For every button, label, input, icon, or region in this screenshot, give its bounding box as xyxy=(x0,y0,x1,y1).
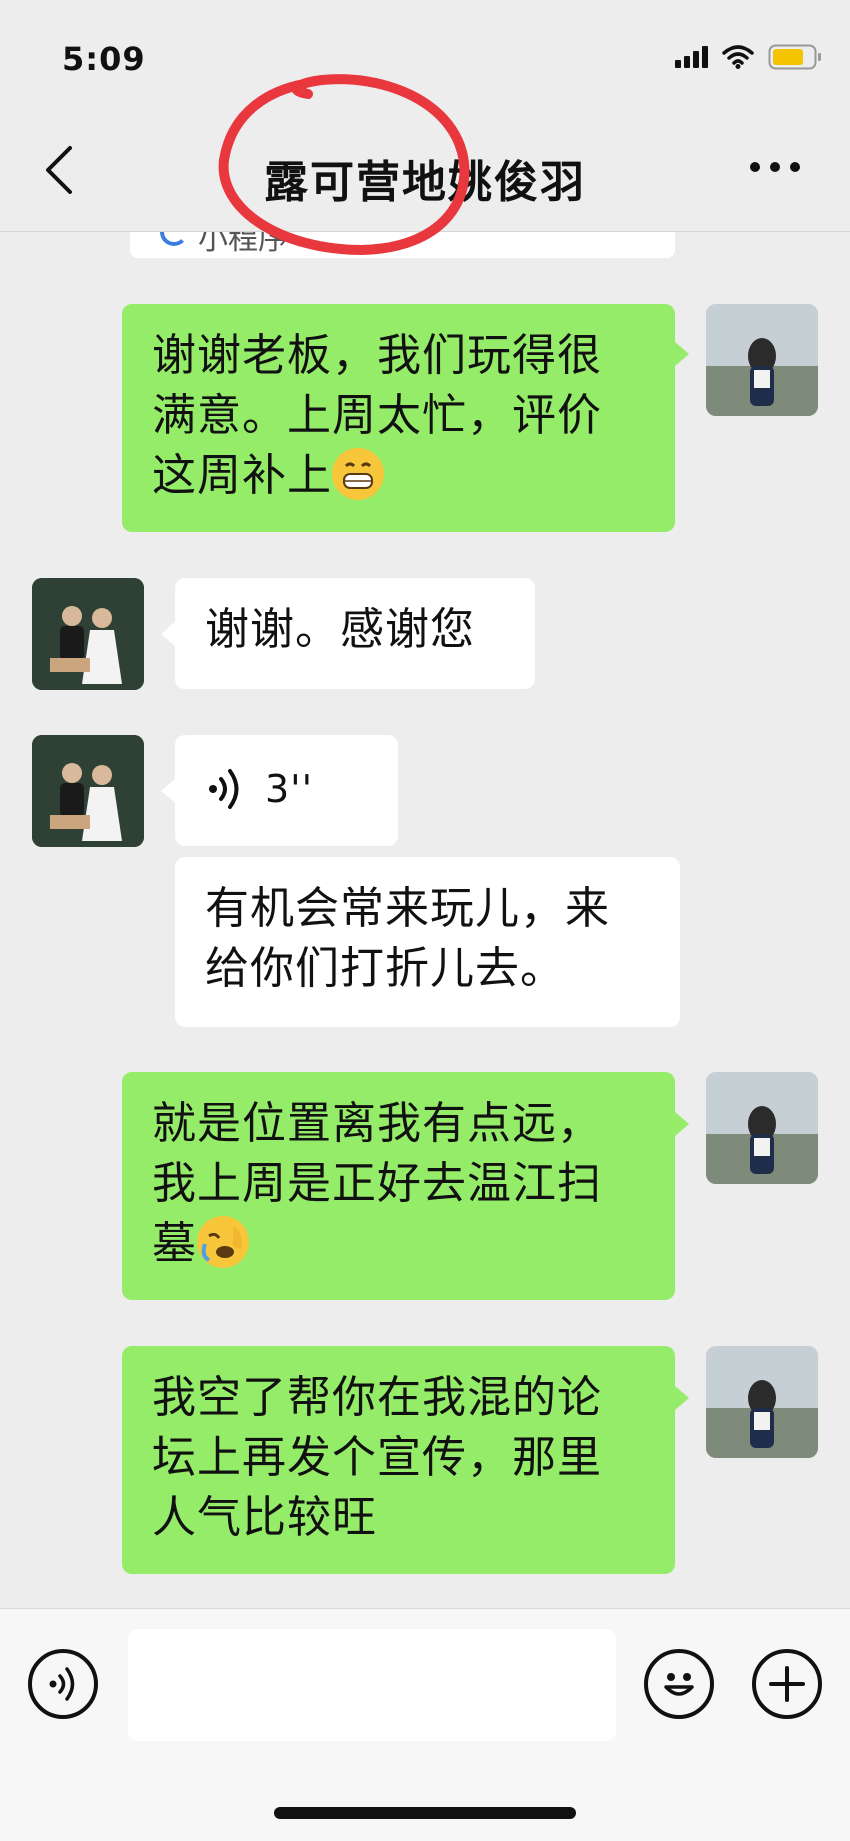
voice-duration: 3'' xyxy=(265,767,314,811)
input-bar xyxy=(0,1608,850,1841)
contact-avatar[interactable] xyxy=(32,735,144,847)
grin-emoji-icon xyxy=(332,448,384,500)
message-input[interactable] xyxy=(128,1629,616,1741)
voice-message[interactable]: 3'' xyxy=(175,735,398,846)
self-avatar[interactable] xyxy=(706,304,818,416)
message-bubble[interactable]: 谢谢老板，我们玩得很满意。上周太忙，评价这周补上 xyxy=(122,304,675,532)
message-bubble[interactable]: 有机会常来玩儿，来给你们打折儿去。 xyxy=(175,857,680,1027)
navigation-bar: 5:09 露可营地姚俊羽 xyxy=(0,0,850,232)
emoji-button[interactable] xyxy=(644,1649,714,1719)
contact-avatar[interactable] xyxy=(32,578,144,690)
message-text: 我空了帮你在我混的论坛上再发个宣传，那里人气比较旺 xyxy=(152,1372,602,1543)
bubble-tail xyxy=(161,779,175,803)
avatar-image xyxy=(706,1346,818,1458)
avatar-image xyxy=(706,1072,818,1184)
facepalm-emoji-icon xyxy=(197,1216,249,1268)
signal-icon xyxy=(675,46,708,68)
avatar-image xyxy=(706,304,818,416)
bubble-tail xyxy=(675,1112,689,1136)
voice-wave-icon xyxy=(209,769,239,809)
more-dot xyxy=(770,162,780,172)
wifi-icon xyxy=(722,45,754,69)
avatar-image xyxy=(32,578,144,690)
voice-icon xyxy=(49,1667,75,1701)
more-dot xyxy=(750,162,760,172)
chat-title: 露可营地姚俊羽 xyxy=(264,157,586,208)
status-icons xyxy=(675,44,822,70)
more-button[interactable] xyxy=(750,162,800,172)
more-dot xyxy=(790,162,800,172)
more-functions-button[interactable] xyxy=(752,1649,822,1719)
bubble-tail xyxy=(675,1386,689,1410)
smiley-icon xyxy=(664,1673,694,1696)
plus-icon xyxy=(769,1666,805,1702)
voice-input-button[interactable] xyxy=(28,1649,98,1719)
message-text: 谢谢。感谢您 xyxy=(205,604,475,655)
battery-icon xyxy=(768,44,822,70)
status-time: 5:09 xyxy=(62,40,146,78)
home-indicator[interactable] xyxy=(274,1807,576,1819)
message-text: 有机会常来玩儿，来给你们打折儿去。 xyxy=(205,883,610,994)
message-bubble[interactable]: 我空了帮你在我混的论坛上再发个宣传，那里人气比较旺 xyxy=(122,1346,675,1574)
message-bubble[interactable]: 就是位置离我有点远，我上周是正好去温江扫墓 xyxy=(122,1072,675,1300)
message-bubble[interactable]: 谢谢。感谢您 xyxy=(175,578,535,689)
bubble-tail xyxy=(161,622,175,646)
bubble-tail xyxy=(675,342,689,366)
avatar-image xyxy=(32,735,144,847)
self-avatar[interactable] xyxy=(706,1346,818,1458)
self-avatar[interactable] xyxy=(706,1072,818,1184)
